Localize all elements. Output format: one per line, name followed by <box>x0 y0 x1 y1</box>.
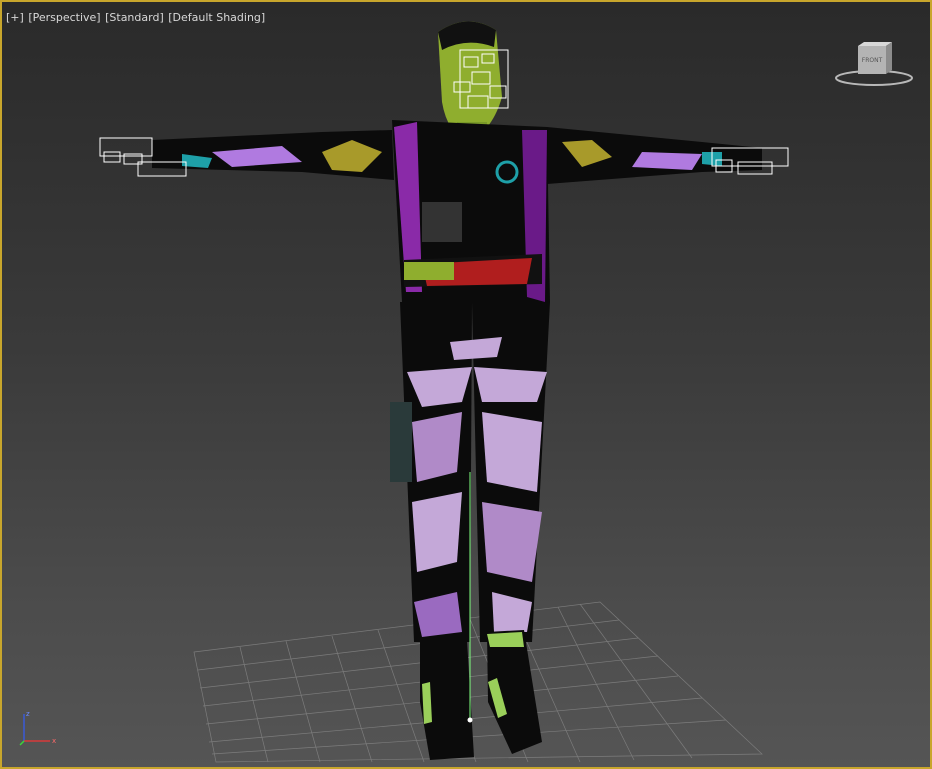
viewcube-side-face[interactable] <box>886 42 892 74</box>
axis-tripod: z x <box>19 710 56 746</box>
perspective-viewport[interactable]: [+] [Perspective] [Standard] [Default Sh… <box>0 0 932 769</box>
pivot-point[interactable] <box>467 717 473 723</box>
scene-canvas[interactable] <box>2 2 930 767</box>
character-model[interactable] <box>152 21 762 760</box>
viewcube[interactable]: FRONT <box>832 40 916 90</box>
axis-x-label: x <box>52 737 56 745</box>
viewcube-front-label: FRONT <box>862 57 883 64</box>
ground-grid <box>193 601 763 763</box>
axis-z-label: z <box>26 710 30 718</box>
